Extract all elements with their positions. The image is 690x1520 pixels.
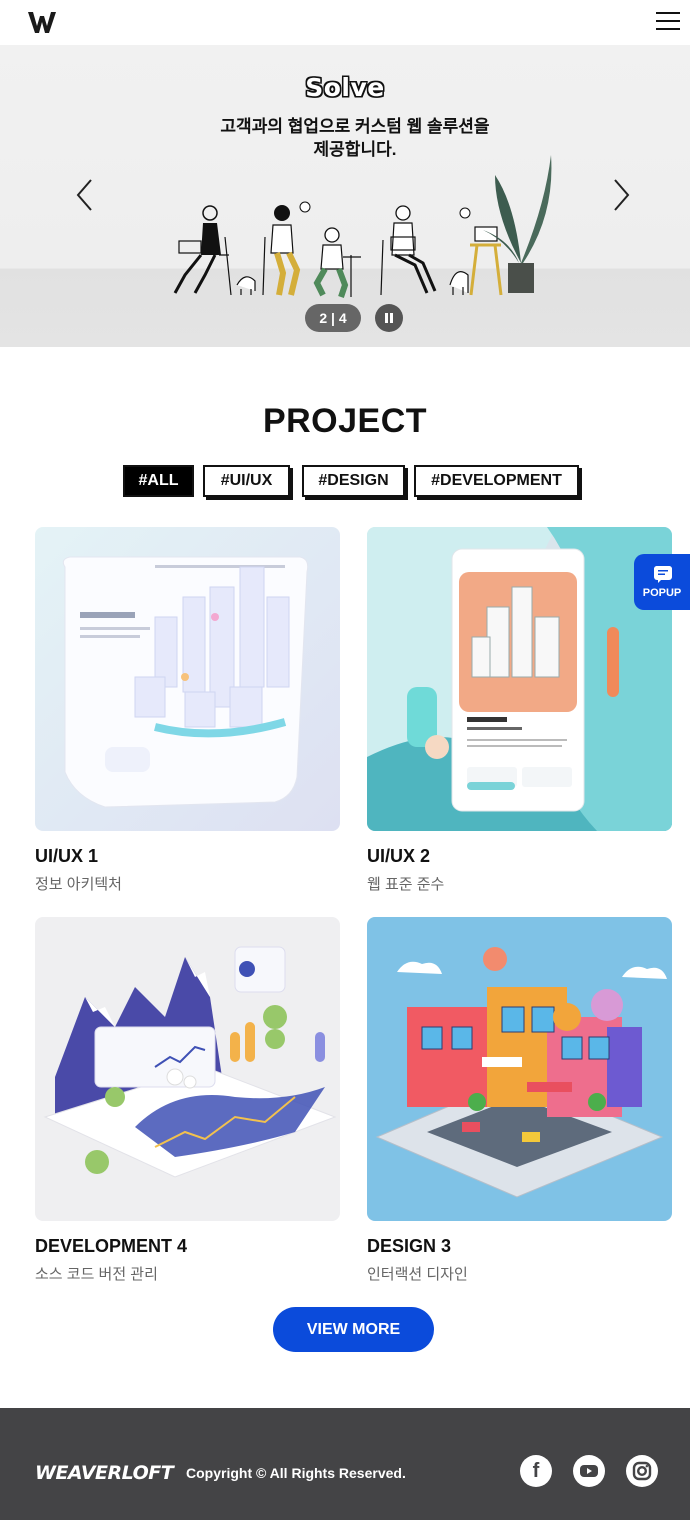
site-header [0,0,690,45]
menu-line [656,28,680,30]
facebook-link[interactable]: f [520,1455,552,1487]
site-footer: WEAVERLOFT Copyright © All Rights Reserv… [0,1408,690,1520]
project-card-subtitle: 정보 아키텍처 [35,876,122,893]
w-logo-icon[interactable] [27,8,57,36]
project-thumbnail [367,527,672,831]
project-card[interactable]: DEVELOPMENT 4 소스 코드 버전 관리 [35,917,340,1284]
project-thumbnail [35,527,340,831]
filter-uiux-button[interactable]: #UI/UX [203,465,290,497]
youtube-icon [580,1465,598,1477]
instagram-icon [632,1461,652,1481]
filter-development-button[interactable]: #DEVELOPMENT [414,465,579,497]
slide-counter: 2 | 4 [305,304,361,332]
project-card[interactable]: DESIGN 3 인터랙션 디자인 [367,917,672,1284]
project-card-title: UI/UX 1 [35,846,99,866]
project-card-title: DEVELOPMENT 4 [35,1236,188,1256]
instagram-link[interactable] [626,1455,658,1487]
pause-icon [385,313,388,323]
pause-button[interactable] [375,304,403,332]
project-card-subtitle: 소스 코드 버전 관리 [35,1266,158,1283]
youtube-link[interactable] [573,1455,605,1487]
hero-title: Solve [305,73,385,102]
project-card-title: DESIGN 3 [367,1236,452,1256]
hero-subtitle-line: 고객과의 협업으로 커스텀 웹 솔루션을 [220,117,490,136]
chevron-right-icon[interactable] [606,177,636,213]
project-thumbnail [35,917,340,1221]
project-card[interactable]: UI/UX 1 정보 아키텍처 [35,527,340,894]
popup-button[interactable]: POPUP [634,554,690,610]
chevron-left-icon[interactable] [70,177,100,213]
filter-all-button[interactable]: #ALL [123,465,194,497]
project-thumbnail [367,917,672,1221]
copyright-text: Copyright © All Rights Reserved. [186,1465,406,1481]
project-card-subtitle: 웹 표준 준수 [367,876,445,893]
popup-label: POPUP [642,587,682,599]
hamburger-menu-button[interactable] [656,12,680,32]
view-more-button[interactable]: VIEW MORE [273,1307,434,1352]
pause-icon [390,313,393,323]
project-card[interactable]: UI/UX 2 웹 표준 준수 [367,527,672,894]
people-working-illustration [173,155,552,298]
footer-logo: WEAVERLOFT [35,1462,174,1484]
section-title: PROJECT [262,402,428,440]
chat-icon [654,566,672,583]
facebook-icon: f [532,1460,540,1482]
filter-design-button[interactable]: #DESIGN [302,465,405,497]
menu-line [656,12,680,14]
menu-line [656,20,680,22]
project-card-subtitle: 인터랙션 디자인 [367,1266,468,1283]
hero-slider: Solve 고객과의 협업으로 커스텀 웹 솔루션을 제공합니다. 2 | 4 [0,45,690,347]
project-card-title: UI/UX 2 [367,846,431,866]
